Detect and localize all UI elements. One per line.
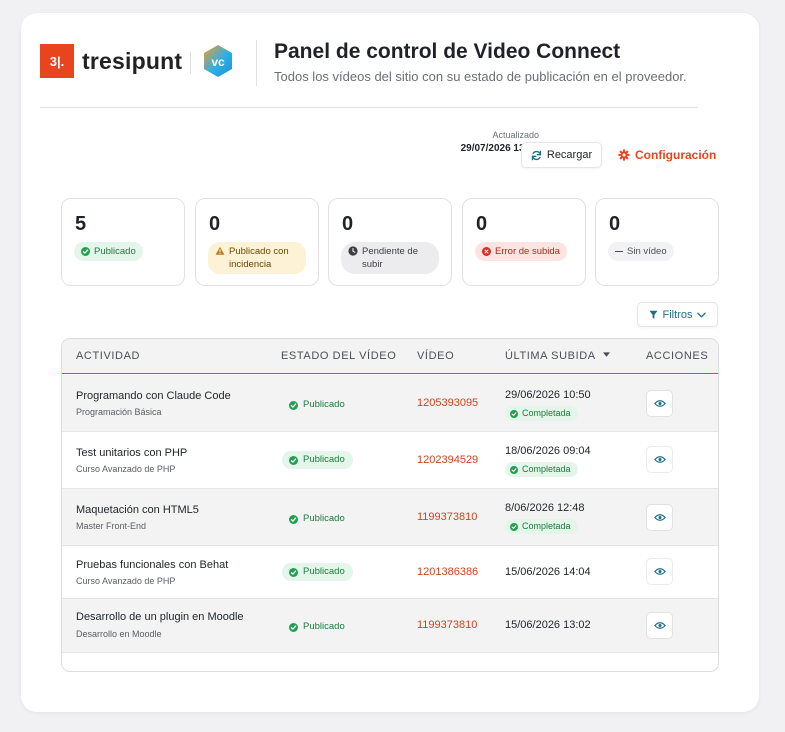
error-icon: [482, 247, 491, 256]
last-upload-date: 18/06/2026 09:04: [505, 445, 591, 457]
video-id-link[interactable]: 1202394529: [417, 454, 478, 466]
stat-card-error[interactable]: 0 Error de subida: [462, 198, 586, 286]
activity-course: Desarrollo en Moodle: [76, 629, 162, 639]
upload-state-badge: Completada: [505, 462, 578, 477]
logo-divider: [190, 52, 191, 74]
activity-course: Curso Avanzado de PHP: [76, 576, 176, 586]
video-id-link[interactable]: 1201386386: [417, 566, 478, 578]
videos-table: ACTIVIDAD ESTADO DEL VÍDEO VÍDEO ÚLTIMA …: [61, 338, 719, 672]
svg-text:vc: vc: [211, 55, 225, 69]
last-upload-date: 15/06/2026 13:02: [505, 619, 591, 631]
stat-card-no-video[interactable]: 0 Sin vídeo: [595, 198, 719, 286]
last-upload-date: 29/06/2026 10:50: [505, 389, 591, 401]
check-icon: [510, 465, 518, 474]
eye-icon: [653, 400, 666, 407]
tresipunt-logo-mark: 3|.: [40, 44, 74, 78]
activity-course: Programación Básica: [76, 407, 162, 417]
warning-icon: [215, 246, 225, 255]
status-badge-warning: Publicado con incidencia: [208, 242, 306, 274]
eye-icon: [653, 622, 666, 629]
video-connect-logo-icon: vc: [204, 45, 232, 77]
view-button[interactable]: [646, 558, 673, 585]
status-badge-pending: Pendiente de subir: [341, 242, 439, 274]
stat-count: 5: [75, 213, 87, 235]
video-state-badge: Publicado: [282, 510, 353, 528]
reload-button[interactable]: Recargar: [521, 142, 602, 168]
upload-state-badge: Completada: [505, 519, 578, 534]
table-row: Test unitarios con PHP Curso Avanzado de…: [62, 432, 718, 489]
activity-title: Pruebas funcionales con Behat: [76, 559, 229, 571]
table-row: Pruebas funcionales con Behat Curso Avan…: [62, 546, 718, 599]
refresh-icon: [531, 150, 542, 160]
filters-button[interactable]: Filtros: [637, 302, 718, 327]
column-header-video-state[interactable]: ESTADO DEL VÍDEO: [281, 350, 396, 362]
stat-count: 0: [209, 213, 221, 235]
filters-button-label: Filtros: [662, 308, 693, 321]
check-icon: [289, 567, 298, 577]
funnel-icon: [648, 310, 658, 319]
eye-icon: [653, 456, 666, 463]
table-row: Programando con Claude Code Programación…: [62, 375, 718, 432]
caret-down-icon: [602, 352, 610, 357]
view-button[interactable]: [646, 446, 673, 473]
video-id-link[interactable]: 1199373810: [417, 619, 477, 631]
table-row: Desarrollo de un plugin en Moodle Desarr…: [62, 599, 718, 653]
last-upload-date: 8/06/2026 12:48: [505, 502, 585, 514]
check-icon: [510, 522, 518, 531]
view-button[interactable]: [646, 612, 673, 639]
video-id-link[interactable]: 1205393095: [417, 397, 478, 409]
gear-icon: [618, 149, 630, 161]
column-header-activity[interactable]: ACTIVIDAD: [76, 350, 140, 362]
video-state-badge: Publicado: [282, 563, 353, 581]
configuration-button-label: Configuración: [635, 148, 717, 162]
stat-count: 0: [609, 213, 621, 235]
check-icon: [289, 400, 298, 410]
page-title: Panel de control de Video Connect: [274, 40, 621, 63]
last-upload-date: 15/06/2026 14:04: [505, 566, 591, 578]
activity-title: Desarrollo de un plugin en Moodle: [76, 611, 244, 623]
activity-course: Curso Avanzado de PHP: [76, 464, 176, 474]
status-badge-published: Publicado: [74, 242, 143, 261]
column-header-last-upload[interactable]: ÚLTIMA SUBIDA: [505, 350, 610, 362]
stat-count: 0: [342, 213, 354, 235]
stat-card-published[interactable]: 5 Publicado: [61, 198, 185, 286]
video-id-link[interactable]: 1199373810: [417, 511, 477, 523]
dash-icon: [615, 250, 623, 253]
view-button[interactable]: [646, 390, 673, 417]
stat-count: 0: [476, 213, 488, 235]
table-row: Maquetación con HTML5 Master Front-End P…: [62, 489, 718, 546]
video-state-badge: Publicado: [282, 618, 353, 636]
check-icon: [81, 247, 90, 256]
video-state-badge: Publicado: [282, 451, 353, 469]
stat-card-pending[interactable]: 0 Pendiente de subir: [328, 198, 452, 286]
reload-button-label: Recargar: [546, 149, 593, 161]
stat-card-warning[interactable]: 0 Publicado con incidencia: [195, 198, 319, 286]
clock-icon: [348, 246, 358, 256]
configuration-button[interactable]: Configuración: [612, 142, 718, 168]
video-state-badge: Publicado: [282, 396, 353, 414]
header-divider: [256, 40, 257, 86]
status-badge-no-video: Sin vídeo: [608, 242, 674, 261]
activity-title: Maquetación con HTML5: [76, 504, 199, 516]
check-icon: [289, 514, 298, 524]
page-header: 3|. tresipunt vc Panel de control de Vid…: [40, 36, 698, 108]
check-icon: [289, 455, 298, 465]
check-icon: [289, 622, 298, 632]
activity-title: Programando con Claude Code: [76, 390, 231, 402]
status-badge-error: Error de subida: [475, 242, 567, 261]
eye-icon: [653, 514, 666, 521]
upload-state-badge: Completada: [505, 406, 578, 421]
activity-course: Master Front-End: [76, 521, 147, 531]
column-header-actions: ACCIONES: [646, 350, 709, 362]
activity-title: Test unitarios con PHP: [76, 447, 188, 459]
view-button[interactable]: [646, 504, 673, 531]
tresipunt-logo-name: tresipunt: [82, 48, 183, 74]
check-icon: [510, 409, 518, 418]
last-updated-label: Actualizado: [492, 130, 539, 140]
eye-icon: [653, 568, 666, 575]
page-subtitle: Todos los vídeos del sitio con su estado…: [274, 69, 687, 84]
table-header: ACTIVIDAD ESTADO DEL VÍDEO VÍDEO ÚLTIMA …: [62, 339, 718, 374]
column-header-video[interactable]: VÍDEO: [417, 350, 454, 362]
chevron-down-icon: [697, 312, 707, 317]
